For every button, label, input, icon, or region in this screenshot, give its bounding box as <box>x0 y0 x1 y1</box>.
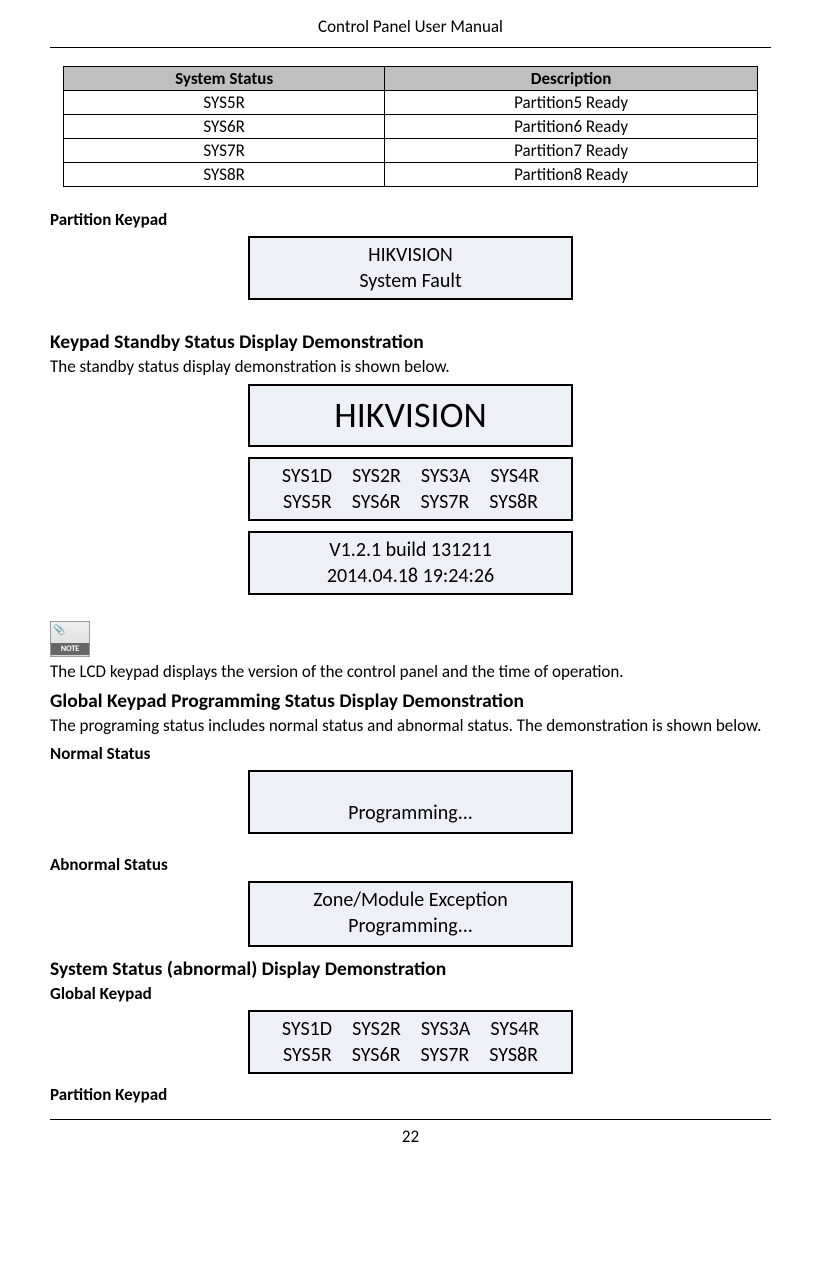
global-programming-intro: The programing status includes normal st… <box>50 715 771 737</box>
table-cell: SYS8R <box>64 163 385 187</box>
global-keypad-lcd: SYS1D SYS2R SYS3A SYS4R SYS5R SYS6R SYS7… <box>248 1010 573 1074</box>
table-cell: SYS5R <box>64 91 385 115</box>
lcd-line: 2014.04.18 19:24:26 <box>260 563 561 589</box>
standby-heading: Keypad Standby Status Display Demonstrat… <box>50 330 771 354</box>
lcd-line: HIKVISION <box>260 242 561 268</box>
abnormal-status-heading: Abnormal Status <box>50 854 771 875</box>
standby-lcd-version: V1.2.1 build 131211 2014.04.18 19:24:26 <box>248 531 573 595</box>
table-cell: SYS6R <box>64 115 385 139</box>
global-keypad-heading: Global Keypad <box>50 983 771 1004</box>
table-header-status: System Status <box>64 67 385 91</box>
table-cell: Partition7 Ready <box>385 139 758 163</box>
document-header: Control Panel User Manual <box>50 10 771 48</box>
lcd-line: SYS5R SYS6R SYS7R SYS8R <box>260 489 561 515</box>
lcd-line: System Fault <box>260 268 561 294</box>
abn-system-status-heading: System Status (abnormal) Display Demonst… <box>50 957 771 981</box>
table-cell: SYS7R <box>64 139 385 163</box>
note-icon-label: NOTE <box>51 643 89 655</box>
partition-keypad-heading: Partition Keypad <box>50 209 771 230</box>
abnormal-status-lcd: Zone/Module Exception Programming... <box>248 881 573 947</box>
global-programming-heading: Global Keypad Programming Status Display… <box>50 689 771 713</box>
normal-status-heading: Normal Status <box>50 743 771 764</box>
page-number: 22 <box>50 1119 771 1147</box>
lcd-line: SYS5R SYS6R SYS7R SYS8R <box>260 1042 561 1068</box>
lcd-line: Programming... <box>260 913 561 939</box>
table-cell: Partition5 Ready <box>385 91 758 115</box>
note-text: The LCD keypad displays the version of t… <box>50 661 771 683</box>
lcd-line: SYS1D SYS2R SYS3A SYS4R <box>260 463 561 489</box>
lcd-line: Zone/Module Exception <box>260 887 561 913</box>
table-row: SYS5R Partition5 Ready <box>64 91 758 115</box>
table-header-description: Description <box>385 67 758 91</box>
partition-keypad-lcd: HIKVISION System Fault <box>248 236 573 300</box>
table-cell: Partition8 Ready <box>385 163 758 187</box>
table-cell: Partition6 Ready <box>385 115 758 139</box>
standby-lcd-status: SYS1D SYS2R SYS3A SYS4R SYS5R SYS6R SYS7… <box>248 457 573 521</box>
lcd-line: Programming... <box>260 800 561 826</box>
table-row: SYS7R Partition7 Ready <box>64 139 758 163</box>
normal-status-lcd: Programming... <box>248 770 573 834</box>
standby-intro: The standby status display demonstration… <box>50 356 771 378</box>
system-status-table: System Status Description SYS5R Partitio… <box>63 66 758 187</box>
lcd-line: V1.2.1 build 131211 <box>260 537 561 563</box>
standby-lcd-big: HIKVISION <box>248 384 573 447</box>
lcd-line: SYS1D SYS2R SYS3A SYS4R <box>260 1016 561 1042</box>
partition-keypad-bottom-heading: Partition Keypad <box>50 1084 771 1105</box>
note-icon: 📎 NOTE <box>50 621 90 657</box>
table-row: SYS8R Partition8 Ready <box>64 163 758 187</box>
table-row: SYS6R Partition6 Ready <box>64 115 758 139</box>
